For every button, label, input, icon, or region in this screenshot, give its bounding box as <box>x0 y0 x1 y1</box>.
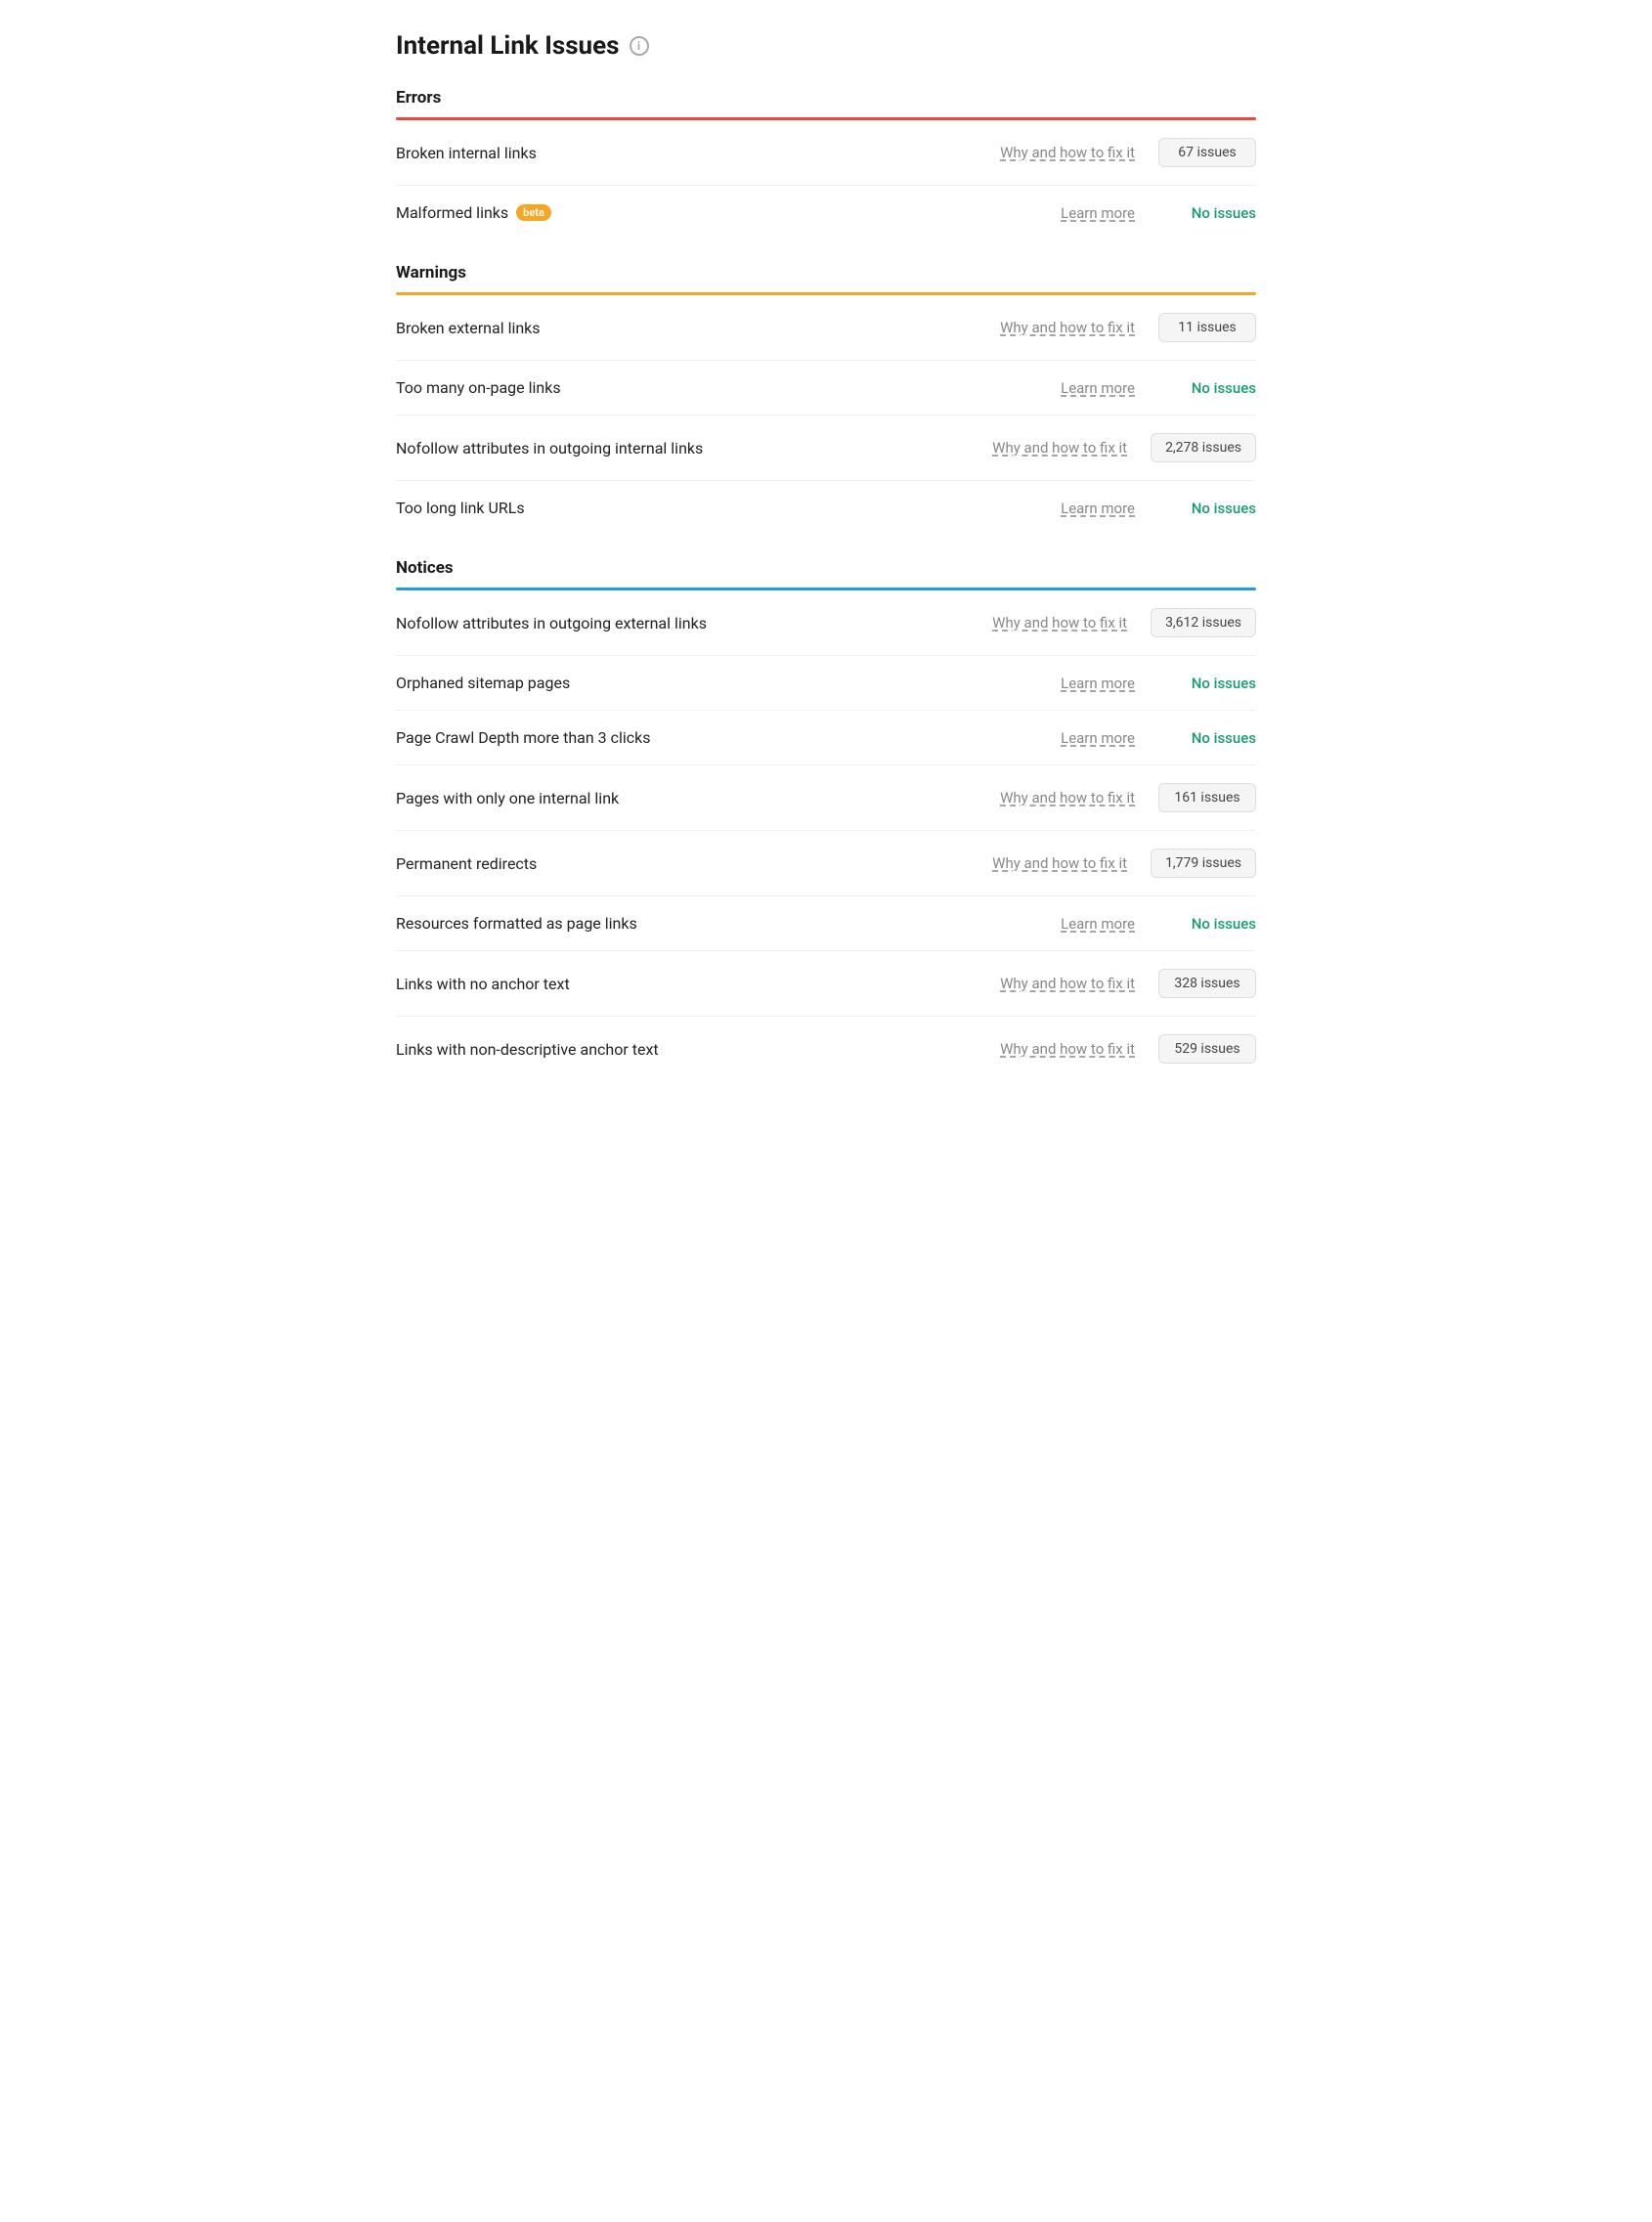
issue-row: Orphaned sitemap pages Learn more No issue… <box>396 656 1256 711</box>
issue-name: Too long link URLs <box>396 499 1061 517</box>
section-label-errors: Errors <box>396 88 1256 117</box>
section-label-notices: Notices <box>396 558 1256 588</box>
section-header-notices: Notices <box>396 558 1256 590</box>
issues-badge[interactable]: 2,278 issues <box>1151 433 1256 462</box>
learn-more-link[interactable]: Learn more <box>1061 204 1135 222</box>
issue-name: Links with no anchor text <box>396 975 1000 993</box>
issue-actions: Learn more No issues <box>1061 379 1256 397</box>
issue-actions: Learn more No issues <box>1061 204 1256 222</box>
no-issues-label: No issues <box>1158 204 1256 222</box>
issue-name-text: Links with non-descriptive anchor text <box>396 1040 659 1059</box>
issue-name: Broken internal links <box>396 144 1000 162</box>
issue-row: Nofollow attributes in outgoing internal… <box>396 415 1256 481</box>
issue-row: Resources formatted as page links Learn m… <box>396 896 1256 951</box>
issue-name-text: Resources formatted as page links <box>396 914 637 933</box>
issue-actions: Why and how to fix it 529 issues <box>1000 1034 1256 1064</box>
learn-more-link[interactable]: Learn more <box>1061 729 1135 747</box>
issue-name-text: Page Crawl Depth more than 3 clicks <box>396 728 651 747</box>
issue-actions: Learn more No issues <box>1061 915 1256 933</box>
issue-name: Links with non-descriptive anchor text <box>396 1040 1000 1059</box>
issue-row: Nofollow attributes in outgoing external… <box>396 590 1256 656</box>
info-icon[interactable]: i <box>630 36 649 56</box>
learn-more-link[interactable]: Learn more <box>1061 915 1135 933</box>
issue-name: Broken external links <box>396 319 1000 337</box>
why-fix-link[interactable]: Why and how to fix it <box>992 439 1127 457</box>
issue-actions: Why and how to fix it 1,779 issues <box>992 849 1256 878</box>
issue-row: Links with no anchor text Why and how to … <box>396 951 1256 1017</box>
issue-name-text: Too long link URLs <box>396 499 525 517</box>
issue-actions: Why and how to fix it 67 issues <box>1000 138 1256 167</box>
learn-more-link[interactable]: Learn more <box>1061 379 1135 397</box>
issues-badge[interactable]: 161 issues <box>1158 783 1256 812</box>
issue-name: Permanent redirects <box>396 854 992 873</box>
issue-row: Malformed links beta Learn more No issues <box>396 186 1256 240</box>
issue-name: Nofollow attributes in outgoing internal… <box>396 439 992 457</box>
issue-row: Pages with only one internal link Why and… <box>396 765 1256 831</box>
page-header: Internal Link Issues i <box>396 31 1256 61</box>
sections-container: Errors Broken internal links Why and how t… <box>396 88 1256 1081</box>
issues-badge[interactable]: 3,612 issues <box>1151 608 1256 637</box>
issue-name-text: Pages with only one internal link <box>396 789 619 807</box>
issue-row: Too many on-page links Learn more No issue… <box>396 361 1256 415</box>
learn-more-link[interactable]: Learn more <box>1061 500 1135 517</box>
no-issues-label: No issues <box>1158 500 1256 517</box>
why-fix-link[interactable]: Why and how to fix it <box>992 854 1127 872</box>
issue-name-text: Permanent redirects <box>396 854 537 873</box>
issue-row: Links with non-descriptive anchor text Wh… <box>396 1017 1256 1081</box>
section-notices: Notices Nofollow attributes in outgoing e… <box>396 558 1256 1081</box>
no-issues-label: No issues <box>1158 379 1256 397</box>
issues-badge[interactable]: 328 issues <box>1158 969 1256 998</box>
issue-name-text: Broken internal links <box>396 144 537 162</box>
issue-name-text: Links with no anchor text <box>396 975 570 993</box>
issue-name-text: Too many on-page links <box>396 378 561 397</box>
why-fix-link[interactable]: Why and how to fix it <box>1000 319 1135 336</box>
issue-row: Page Crawl Depth more than 3 clicks Learn… <box>396 711 1256 765</box>
issue-actions: Why and how to fix it 161 issues <box>1000 783 1256 812</box>
issue-name: Orphaned sitemap pages <box>396 674 1061 692</box>
issue-actions: Why and how to fix it 328 issues <box>1000 969 1256 998</box>
issue-row: Permanent redirects Why and how to fix it… <box>396 831 1256 896</box>
issues-badge[interactable]: 529 issues <box>1158 1034 1256 1064</box>
no-issues-label: No issues <box>1158 729 1256 747</box>
why-fix-link[interactable]: Why and how to fix it <box>1000 789 1135 806</box>
issue-name-text: Nofollow attributes in outgoing external… <box>396 614 707 632</box>
section-header-errors: Errors <box>396 88 1256 120</box>
issue-actions: Learn more No issues <box>1061 500 1256 517</box>
issue-name: Too many on-page links <box>396 378 1061 397</box>
issue-actions: Learn more No issues <box>1061 729 1256 747</box>
issue-name: Resources formatted as page links <box>396 914 1061 933</box>
why-fix-link[interactable]: Why and how to fix it <box>992 614 1127 632</box>
issue-row: Broken external links Why and how to fix … <box>396 295 1256 361</box>
section-label-warnings: Warnings <box>396 263 1256 292</box>
section-header-warnings: Warnings <box>396 263 1256 295</box>
issue-actions: Why and how to fix it 2,278 issues <box>992 433 1256 462</box>
issues-badge[interactable]: 11 issues <box>1158 313 1256 342</box>
why-fix-link[interactable]: Why and how to fix it <box>1000 975 1135 992</box>
section-warnings: Warnings Broken external links Why and how… <box>396 263 1256 535</box>
issue-name: Malformed links beta <box>396 203 1061 222</box>
issue-name-text: Orphaned sitemap pages <box>396 674 570 692</box>
issue-actions: Why and how to fix it 3,612 issues <box>992 608 1256 637</box>
no-issues-label: No issues <box>1158 675 1256 692</box>
issue-name-text: Nofollow attributes in outgoing internal… <box>396 439 703 457</box>
issue-name: Page Crawl Depth more than 3 clicks <box>396 728 1061 747</box>
section-errors: Errors Broken internal links Why and how t… <box>396 88 1256 240</box>
issues-badge[interactable]: 67 issues <box>1158 138 1256 167</box>
issue-actions: Why and how to fix it 11 issues <box>1000 313 1256 342</box>
issue-name: Pages with only one internal link <box>396 789 1000 807</box>
issue-name: Nofollow attributes in outgoing external… <box>396 614 992 632</box>
no-issues-label: No issues <box>1158 915 1256 933</box>
why-fix-link[interactable]: Why and how to fix it <box>1000 144 1135 161</box>
issues-badge[interactable]: 1,779 issues <box>1151 849 1256 878</box>
beta-badge: beta <box>516 204 551 221</box>
learn-more-link[interactable]: Learn more <box>1061 675 1135 692</box>
page-title: Internal Link Issues <box>396 31 620 61</box>
issue-name-text: Broken external links <box>396 319 541 337</box>
why-fix-link[interactable]: Why and how to fix it <box>1000 1040 1135 1058</box>
issue-actions: Learn more No issues <box>1061 675 1256 692</box>
issue-name-text: Malformed links <box>396 203 508 222</box>
issue-row: Broken internal links Why and how to fix … <box>396 120 1256 186</box>
issue-row: Too long link URLs Learn more No issues <box>396 481 1256 535</box>
